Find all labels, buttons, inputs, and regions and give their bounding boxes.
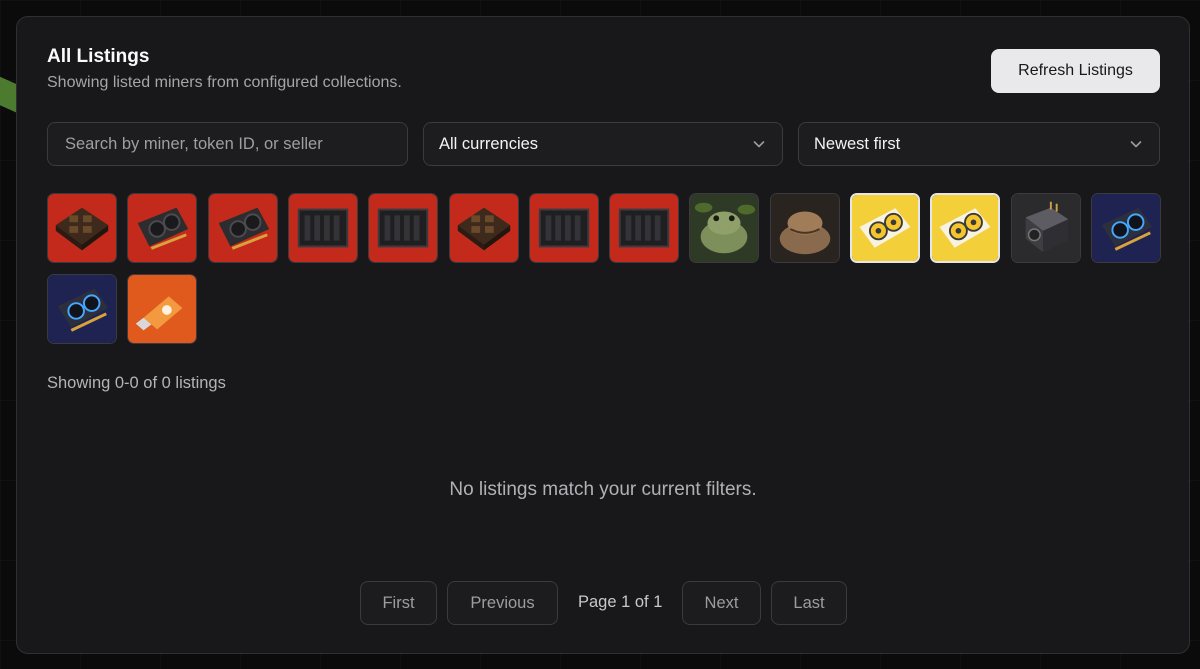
collection-thumbnail-rig-frame[interactable] [288, 193, 358, 263]
collection-thumbnail-rig-frame[interactable] [529, 193, 599, 263]
listings-panel: All Listings Showing listed miners from … [16, 16, 1190, 654]
chevron-down-icon [753, 141, 765, 148]
rig-frame-icon [610, 194, 678, 262]
rig-frame-icon [530, 194, 598, 262]
collection-thumbnail-rig-frame[interactable] [609, 193, 679, 263]
gpu-blue-icon [1092, 194, 1160, 262]
search-field[interactable] [47, 122, 408, 166]
page-subtitle: Showing listed miners from configured co… [47, 74, 402, 91]
collection-thumbnail-rig-frame[interactable] [368, 193, 438, 263]
toad-icon [690, 194, 758, 262]
rig-frame-icon [369, 194, 437, 262]
gpu-card-icon [128, 194, 196, 262]
toad-brown-icon [771, 194, 839, 262]
currency-select[interactable]: All currencies [423, 122, 783, 166]
pagination-first-button[interactable]: First [360, 581, 437, 625]
rig-board-icon [450, 194, 518, 262]
collection-thumbnail-gpu-card[interactable] [127, 193, 197, 263]
rig-board-icon [48, 194, 116, 262]
empty-state-message: No listings match your current filters. [449, 479, 757, 500]
collection-thumbnail-toad-brown[interactable] [770, 193, 840, 263]
collection-thumbnail-gpu-blue[interactable] [47, 274, 117, 344]
collection-thumbnail-usb-stick[interactable] [127, 274, 197, 344]
sort-select[interactable]: Newest first [798, 122, 1160, 166]
collection-thumbnail-gpu-yellow[interactable] [850, 193, 920, 263]
page-title: All Listings [47, 46, 150, 67]
pagination-previous-button[interactable]: Previous [447, 581, 558, 625]
asic-box-icon [1012, 194, 1080, 262]
collection-thumbnail-asic-box[interactable] [1011, 193, 1081, 263]
rig-frame-icon [289, 194, 357, 262]
results-count: Showing 0-0 of 0 listings [47, 374, 226, 392]
pagination-page-info: Page 1 of 1 [578, 593, 663, 611]
pagination-last-button[interactable]: Last [771, 581, 847, 625]
collection-thumbnail-gpu-blue[interactable] [1091, 193, 1161, 263]
currency-select-value: All currencies [439, 134, 539, 153]
refresh-listings-button[interactable]: Refresh Listings [991, 49, 1160, 93]
collection-thumbnail-toad[interactable] [689, 193, 759, 263]
chevron-down-icon [1130, 141, 1142, 148]
search-input[interactable] [63, 133, 392, 155]
sort-select-value: Newest first [814, 134, 901, 153]
gpu-yellow-icon [932, 195, 998, 261]
collection-thumbnail-gpu-yellow[interactable] [930, 193, 1000, 263]
gpu-blue-icon [48, 275, 116, 343]
gpu-card-icon [209, 194, 277, 262]
collection-thumbnail-rig-board[interactable] [47, 193, 117, 263]
usb-stick-icon [128, 275, 196, 343]
collection-thumbnail-rig-board[interactable] [449, 193, 519, 263]
pagination-next-button[interactable]: Next [682, 581, 761, 625]
collection-thumbnail-gpu-card[interactable] [208, 193, 278, 263]
gpu-yellow-icon [852, 195, 918, 261]
